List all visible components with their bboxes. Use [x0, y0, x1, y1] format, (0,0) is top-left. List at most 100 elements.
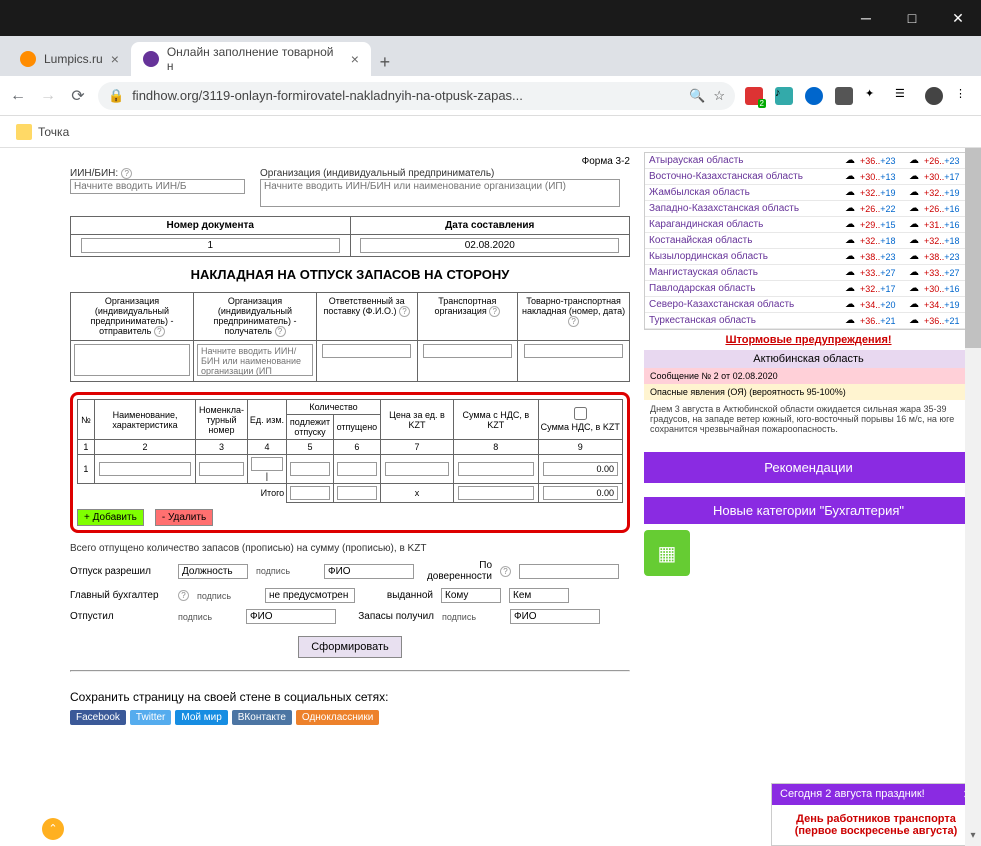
vk-button[interactable]: ВКонтакте: [232, 710, 292, 725]
colnum: 7: [380, 440, 453, 455]
social-label: Сохранить страницу на своей стене в соци…: [70, 690, 630, 704]
weather-row[interactable]: Костанайская область☁+32..+18☁+32..+18: [645, 233, 972, 249]
help-icon[interactable]: ?: [275, 326, 286, 337]
weather-row[interactable]: Карагандинская область☁+29..+15☁+31..+16: [645, 217, 972, 233]
menu-icon[interactable]: ⋮: [955, 87, 973, 105]
proxy-label: По доверенности: [422, 560, 492, 582]
weather-row[interactable]: Жамбылская область☁+32..+19☁+32..+19: [645, 185, 972, 201]
bookmark-item[interactable]: Точка: [38, 125, 69, 139]
iin-input[interactable]: [70, 179, 245, 194]
generate-button[interactable]: Сформировать: [298, 636, 402, 658]
sign-label: подпись: [197, 591, 257, 601]
weather-row[interactable]: Кызылординская область☁+38..+23☁+38..+23: [645, 249, 972, 265]
maximize-button[interactable]: □: [889, 0, 935, 36]
colnum: 1: [78, 440, 95, 455]
total-rel: [337, 486, 377, 500]
responsible-input[interactable]: [322, 344, 411, 358]
popup-body: День работников транспорта (первое воскр…: [772, 805, 980, 845]
weather-row[interactable]: Мангистауская область☁+33..+27☁+33..+27: [645, 265, 972, 281]
doc-no-input[interactable]: [81, 238, 340, 253]
scrollbar[interactable]: ▴ ▾: [965, 148, 981, 846]
help-icon[interactable]: ?: [500, 566, 511, 577]
whom-input[interactable]: [441, 588, 501, 603]
help-icon[interactable]: ?: [489, 306, 500, 317]
delete-button[interactable]: - Удалить: [155, 509, 213, 526]
item-sum-input[interactable]: [458, 462, 533, 476]
vat-checkbox[interactable]: [543, 407, 619, 420]
help-icon[interactable]: ?: [121, 168, 132, 179]
receiver-input[interactable]: [197, 344, 313, 376]
minimize-button[interactable]: ─: [843, 0, 889, 36]
item-qty-due-input[interactable]: [290, 462, 330, 476]
extension-icon[interactable]: [805, 87, 823, 105]
sign-label: подпись: [442, 612, 502, 622]
transport-input[interactable]: [423, 344, 512, 358]
ok-button[interactable]: Одноклассники: [296, 710, 379, 725]
chief-input[interactable]: [265, 588, 355, 603]
facebook-button[interactable]: Facebook: [70, 710, 126, 725]
tab-lumpics[interactable]: Lumpics.ru ×: [8, 42, 131, 76]
fio-input[interactable]: [324, 564, 414, 579]
item-qty-rel-input[interactable]: [337, 462, 377, 476]
add-button[interactable]: + Добавить: [77, 509, 144, 526]
weather-row[interactable]: Павлодарская область☁+32..+17☁+30..+16: [645, 281, 972, 297]
new-categories-header: Новые категории "Бухгалтерия": [644, 497, 973, 524]
profile-icon[interactable]: [925, 87, 943, 105]
back-button[interactable]: ←: [8, 86, 28, 106]
close-tab-icon[interactable]: ×: [111, 51, 119, 67]
weather-row[interactable]: Западно-Казахстанская область☁+26..+22☁+…: [645, 201, 972, 217]
help-icon[interactable]: ?: [399, 306, 410, 317]
help-icon[interactable]: ?: [178, 590, 189, 601]
description-box: Днем 3 августа в Актюбинской области ожи…: [644, 400, 973, 438]
item-name-input[interactable]: [99, 462, 191, 476]
storm-warning[interactable]: Штормовые предупреждения!: [644, 330, 973, 350]
org-input[interactable]: [260, 179, 620, 207]
twitter-button[interactable]: Twitter: [130, 710, 171, 725]
item-nomen-input[interactable]: [199, 462, 243, 476]
scroll-thumb[interactable]: [965, 148, 981, 348]
extension-icon[interactable]: [835, 87, 853, 105]
ttn-input[interactable]: [524, 344, 624, 358]
calculator-icon[interactable]: ▦: [644, 530, 690, 576]
help-icon[interactable]: ?: [154, 326, 165, 337]
colnum: 2: [94, 440, 195, 455]
new-tab-button[interactable]: +: [371, 48, 399, 76]
star-icon[interactable]: ☆: [713, 88, 725, 104]
weather-row[interactable]: Северо-Казахстанская область☁+34..+20☁+3…: [645, 297, 972, 313]
reading-list-icon[interactable]: ☰: [895, 87, 913, 105]
item-unit-input[interactable]: [251, 457, 284, 471]
extensions-icon[interactable]: ✦: [865, 87, 883, 105]
total-x: x: [380, 484, 453, 503]
scroll-top-button[interactable]: ⌃: [42, 818, 64, 840]
help-icon[interactable]: ?: [568, 316, 579, 327]
reload-button[interactable]: ⟳: [68, 86, 88, 106]
region-header: Актюбинская область: [644, 350, 973, 368]
extension-icon[interactable]: ♪: [775, 87, 793, 105]
search-icon[interactable]: 🔍: [689, 88, 705, 104]
received-fio-input[interactable]: [510, 609, 600, 624]
close-tab-icon[interactable]: ×: [351, 51, 359, 67]
position-input[interactable]: [178, 564, 248, 579]
proxy-input[interactable]: [519, 564, 619, 579]
col-name: Наименование, характеристика: [94, 400, 195, 440]
tab-findhow[interactable]: Онлайн заполнение товарной н ×: [131, 42, 371, 76]
colnum: 4: [247, 440, 286, 455]
tabs-row: Lumpics.ru × Онлайн заполнение товарной …: [0, 36, 981, 76]
close-button[interactable]: ✕: [935, 0, 981, 36]
released-fio-input[interactable]: [246, 609, 336, 624]
weather-row[interactable]: Восточно-Казахстанская область☁+30..+13☁…: [645, 169, 972, 185]
date-input[interactable]: [360, 238, 619, 253]
forward-button[interactable]: →: [38, 86, 58, 106]
weather-row[interactable]: Туркестанская область☁+36..+21☁+36..+21: [645, 313, 972, 329]
by-whom-input[interactable]: [509, 588, 569, 603]
url-input[interactable]: 🔒 findhow.org/3119-onlayn-formirovatel-n…: [98, 82, 735, 110]
moimir-button[interactable]: Мой мир: [175, 710, 227, 725]
item-price-input[interactable]: [385, 462, 450, 476]
scroll-down-icon[interactable]: ▾: [965, 830, 981, 846]
extension-icon[interactable]: 2: [745, 87, 763, 105]
items-table: № Наименование, характеристика Номенкла-…: [77, 399, 623, 503]
item-vat-input[interactable]: [543, 462, 619, 476]
weather-row[interactable]: Атырауская область☁+36..+23☁+26..+23: [645, 153, 972, 169]
sender-input[interactable]: [74, 344, 190, 376]
favicon-icon: [20, 51, 36, 67]
